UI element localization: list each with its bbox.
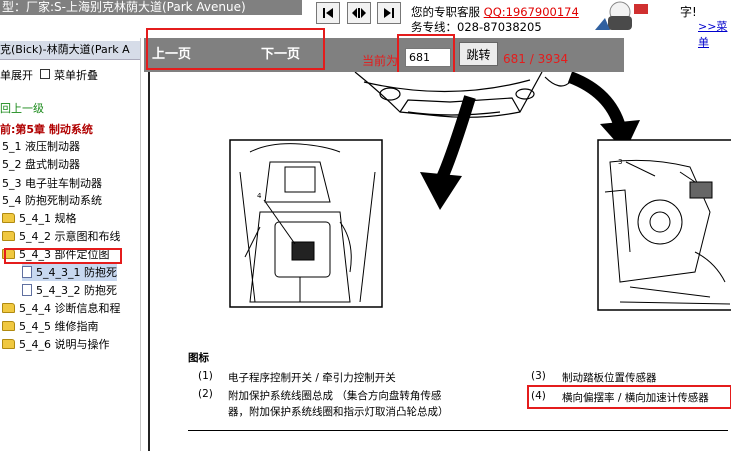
tree-item[interactable]: 5_4_5 维修指南 bbox=[2, 318, 99, 335]
callout-4: 4 bbox=[257, 192, 262, 200]
fit-page-button[interactable] bbox=[347, 2, 371, 24]
tree-item-label: 5_4_2 示意图和布线 bbox=[19, 230, 121, 243]
tree-item-label: 5_4_6 说明与操作 bbox=[19, 338, 110, 351]
folder-icon bbox=[2, 303, 15, 313]
tree-item-label: 5_4 防抱死制动系统 bbox=[2, 194, 102, 207]
page-count: 681 / 3934 bbox=[503, 52, 569, 66]
chapter-heading: 前:第5章 制动系统 bbox=[0, 123, 93, 136]
qq-link[interactable]: QQ:1967900174 bbox=[484, 5, 579, 19]
tree-item-active-doc[interactable]: 5_4_3_1 防抱死 bbox=[22, 264, 117, 281]
tree-item-label: 5_4_3_2 防抱死 bbox=[36, 284, 117, 297]
tree-item[interactable]: 5_4_1 规格 bbox=[2, 210, 77, 227]
collapse-menu-label: 菜单折叠 bbox=[54, 69, 98, 82]
legend-number: (1) bbox=[198, 370, 213, 382]
document-icon bbox=[22, 284, 32, 296]
tree-item[interactable]: 5_4_4 诊断信息和程 bbox=[2, 300, 121, 317]
component-diagram: 4 3 bbox=[229, 72, 731, 311]
tree-item[interactable]: 5_4 防抱死制动系统 bbox=[2, 192, 102, 209]
legend-number: (3) bbox=[531, 370, 546, 382]
jump-button[interactable]: 跳转 bbox=[459, 42, 498, 66]
highlight-box bbox=[146, 28, 325, 70]
expand-menu-button[interactable]: 单展开 bbox=[0, 67, 33, 83]
service-label: 您的专职客服 bbox=[411, 5, 480, 19]
tree-item[interactable]: 5_3 电子驻车制动器 bbox=[2, 175, 102, 192]
legend-title: 图标 bbox=[188, 352, 209, 364]
legend-number: (2) bbox=[198, 388, 213, 400]
folder-icon bbox=[2, 213, 15, 223]
folder-icon bbox=[2, 231, 15, 241]
legend-text: 电子程序控制开关 / 牵引力控制开关 bbox=[228, 372, 396, 384]
collapse-menu-button[interactable]: 菜单折叠 bbox=[40, 67, 98, 83]
highlight-box bbox=[527, 385, 731, 409]
tree-item[interactable]: 5_2 盘式制动器 bbox=[2, 156, 80, 173]
tree-item-label: 5_4_3_1 防抱死 bbox=[36, 266, 117, 279]
document-icon bbox=[22, 266, 32, 278]
step-left-icon bbox=[323, 8, 333, 18]
collapse-icon bbox=[40, 69, 50, 79]
expand-menu-label: 单展开 bbox=[0, 69, 33, 82]
highlight-box bbox=[4, 248, 122, 264]
legend-text: 附加保护系统线圈总成 （集合方向盘转角传感 bbox=[228, 390, 442, 402]
tree-item-label: 5_3 电子驻车制动器 bbox=[2, 177, 102, 190]
menu-link[interactable]: >>菜单 bbox=[698, 18, 731, 50]
service-phone: 务专线：028-87038205 bbox=[411, 20, 542, 34]
step-right-icon bbox=[384, 8, 394, 18]
vehicle-title: 型：厂家:S-上海别克林荫大道(Park Avenue) bbox=[0, 0, 302, 15]
tree-item-label: 5_4_5 维修指南 bbox=[19, 320, 99, 333]
tree-item-label: 5_1 液压制动器 bbox=[2, 140, 80, 153]
tree-item[interactable]: 5_4_3_2 防抱死 bbox=[22, 282, 117, 299]
sidebar-title: 克(Bick)-林荫大道(Park A bbox=[0, 41, 140, 60]
first-page-button[interactable] bbox=[316, 2, 340, 24]
back-link[interactable]: 回上一级 bbox=[0, 100, 44, 117]
highlight-box bbox=[397, 34, 455, 74]
tree-item[interactable]: 5_1 液压制动器 bbox=[2, 138, 80, 155]
tree-item-label: 5_4_1 规格 bbox=[19, 212, 77, 225]
mascot-image bbox=[590, 0, 658, 32]
expand-arrows-icon bbox=[352, 8, 366, 18]
tree-item-label: 5_2 盘式制动器 bbox=[2, 158, 80, 171]
promo-text: 字! bbox=[680, 5, 697, 19]
legend-text: 器，附加保护系统线圈和指示灯取消凸轮总成） bbox=[228, 406, 449, 418]
tree-item[interactable]: 5_4_2 示意图和布线 bbox=[2, 228, 121, 245]
tree-item[interactable]: 5_4_6 说明与操作 bbox=[2, 336, 110, 353]
last-page-button[interactable] bbox=[377, 2, 401, 24]
callout-3: 3 bbox=[618, 158, 622, 166]
sidebar: 克(Bick)-林荫大道(Park A 单展开 菜单折叠 回上一级 前:第5章 … bbox=[0, 38, 141, 451]
legend-text: 制动踏板位置传感器 bbox=[562, 372, 657, 384]
current-page-label: 当前为 bbox=[362, 54, 399, 68]
divider bbox=[188, 430, 728, 431]
folder-icon bbox=[2, 321, 15, 331]
customer-service-info: 您的专职客服 QQ:1967900174 务专线：028-87038205 bbox=[411, 5, 579, 35]
folder-icon bbox=[2, 339, 15, 349]
tree-item-label: 5_4_4 诊断信息和程 bbox=[19, 302, 121, 315]
